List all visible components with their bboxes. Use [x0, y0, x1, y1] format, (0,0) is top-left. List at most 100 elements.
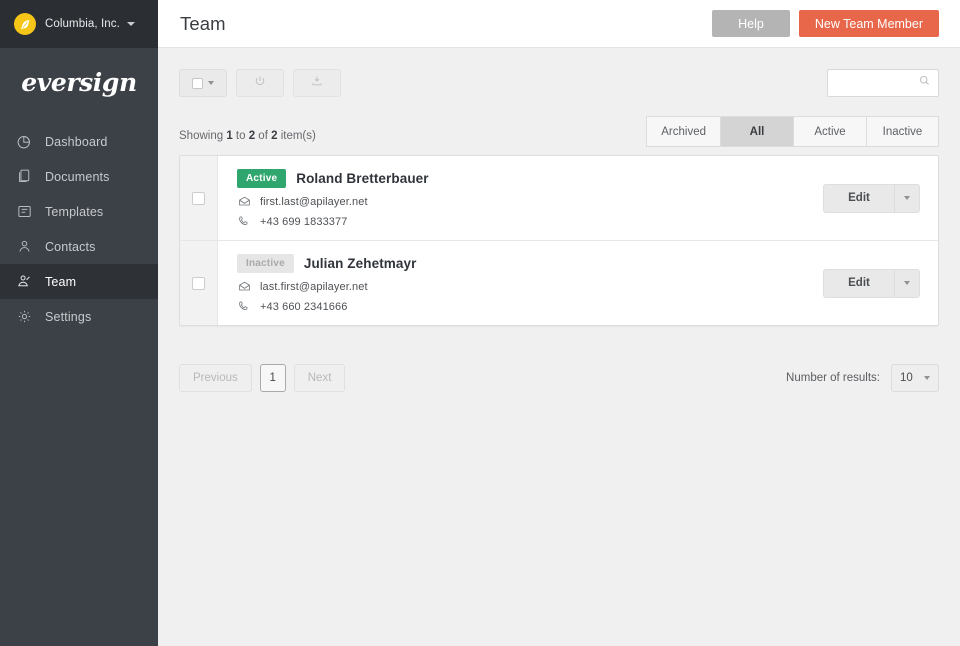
sidebar-item-templates[interactable]: Templates: [0, 194, 158, 229]
chevron-down-icon: [208, 81, 214, 85]
new-team-member-button[interactable]: New Team Member: [799, 10, 939, 37]
chevron-down-icon: [904, 281, 910, 285]
edit-split-button: Edit: [823, 184, 920, 213]
page-title: Team: [180, 13, 226, 35]
phone-icon: [237, 215, 251, 228]
results-per-page: Number of results: 10: [786, 364, 939, 392]
tab-all[interactable]: All: [720, 116, 793, 147]
help-button[interactable]: Help: [712, 10, 790, 37]
table-row: Inactive Julian Zehetmayr last.first@api…: [180, 241, 938, 325]
gear-icon: [15, 307, 34, 326]
tab-inactive[interactable]: Inactive: [866, 116, 939, 147]
showing-prefix: Showing: [179, 130, 226, 142]
sidebar: Columbia, Inc. eversign Dashboard: [0, 0, 158, 646]
export-button[interactable]: [293, 69, 341, 97]
brand-logo: eversign: [0, 48, 158, 116]
status-badge: Active: [237, 169, 286, 188]
page-1-button[interactable]: 1: [260, 364, 286, 392]
pagination: Previous 1 Next: [179, 364, 345, 392]
member-phone: +43 660 2341666: [260, 301, 347, 313]
next-page-button[interactable]: Next: [294, 364, 346, 392]
page-content: Showing 1 to 2 of 2 item(s) Archived All…: [158, 48, 960, 646]
filter-tabs: Archived All Active Inactive: [646, 116, 939, 147]
row-header: Inactive Julian Zehetmayr: [237, 254, 823, 273]
row-header: Active Roland Bretterbauer: [237, 169, 823, 188]
sidebar-item-label: Contacts: [45, 240, 96, 254]
showing-count: Showing 1 to 2 of 2 item(s): [179, 130, 316, 147]
sidebar-item-documents[interactable]: Documents: [0, 159, 158, 194]
sidebar-item-settings[interactable]: Settings: [0, 299, 158, 334]
edit-dropdown-toggle[interactable]: [894, 270, 919, 297]
showing-mid: to: [233, 130, 249, 142]
sidebar-item-team[interactable]: Team: [0, 264, 158, 299]
row-select-cell: [180, 241, 218, 325]
app-root: Columbia, Inc. eversign Dashboard: [0, 0, 960, 646]
edit-dropdown-toggle[interactable]: [894, 185, 919, 212]
sidebar-item-label: Templates: [45, 205, 103, 219]
toggle-status-button[interactable]: [236, 69, 284, 97]
member-email: first.last@apilayer.net: [260, 196, 368, 208]
power-icon: [253, 74, 267, 93]
download-icon: [310, 74, 324, 93]
status-badge: Inactive: [237, 254, 294, 273]
page-header: Team Help New Team Member: [158, 0, 960, 48]
sidebar-item-dashboard[interactable]: Dashboard: [0, 124, 158, 159]
row-checkbox[interactable]: [192, 192, 205, 205]
showing-of: of: [255, 130, 271, 142]
list-footer: Previous 1 Next Number of results: 10: [179, 364, 939, 392]
member-phone-line: +43 699 1833377: [237, 215, 823, 228]
templates-icon: [15, 202, 34, 221]
row-details: Inactive Julian Zehetmayr last.first@api…: [218, 241, 823, 325]
brand-wordmark: eversign: [21, 68, 137, 97]
row-actions: Edit: [823, 241, 938, 325]
sidebar-item-label: Team: [45, 275, 76, 289]
sidebar-nav: Dashboard Documents Templates: [0, 124, 158, 334]
edit-button[interactable]: Edit: [824, 270, 894, 297]
team-icon: [15, 272, 34, 291]
tab-active[interactable]: Active: [793, 116, 866, 147]
pie-chart-icon: [15, 132, 34, 151]
org-name: Columbia, Inc.: [45, 18, 120, 30]
row-checkbox[interactable]: [192, 277, 205, 290]
feather-logo-icon: [14, 13, 36, 35]
sidebar-item-label: Documents: [45, 170, 110, 184]
envelope-icon: [237, 280, 251, 293]
header-actions: Help New Team Member: [712, 10, 939, 37]
search-container: [827, 69, 939, 97]
main-area: Team Help New Team Member: [158, 0, 960, 646]
list-meta-row: Showing 1 to 2 of 2 item(s) Archived All…: [179, 116, 939, 147]
sidebar-item-label: Dashboard: [45, 135, 108, 149]
previous-page-button[interactable]: Previous: [179, 364, 252, 392]
tab-archived[interactable]: Archived: [646, 116, 720, 147]
row-actions: Edit: [823, 156, 938, 240]
checkbox-icon: [192, 78, 203, 89]
edit-button[interactable]: Edit: [824, 185, 894, 212]
chevron-down-icon: [127, 22, 135, 26]
row-select-cell: [180, 156, 218, 240]
list-toolbar: [179, 48, 939, 97]
results-count-select[interactable]: 10: [891, 364, 939, 392]
bulk-actions-group: [179, 69, 341, 97]
chevron-down-icon: [904, 196, 910, 200]
member-email-line: last.first@apilayer.net: [237, 280, 823, 293]
phone-icon: [237, 300, 251, 313]
row-details: Active Roland Bretterbauer first.last@ap…: [218, 156, 823, 240]
sidebar-item-label: Settings: [45, 310, 91, 324]
documents-icon: [15, 167, 34, 186]
member-email: last.first@apilayer.net: [260, 281, 368, 293]
contacts-icon: [15, 237, 34, 256]
member-phone: +43 699 1833377: [260, 216, 347, 228]
edit-split-button: Edit: [823, 269, 920, 298]
member-email-line: first.last@apilayer.net: [237, 195, 823, 208]
select-all-dropdown[interactable]: [179, 69, 227, 97]
sidebar-item-contacts[interactable]: Contacts: [0, 229, 158, 264]
envelope-icon: [237, 195, 251, 208]
member-name: Julian Zehetmayr: [304, 256, 417, 271]
results-count-value: 10: [900, 372, 913, 384]
org-switcher[interactable]: Columbia, Inc.: [0, 0, 158, 48]
table-row: Active Roland Bretterbauer first.last@ap…: [180, 156, 938, 241]
member-name: Roland Bretterbauer: [296, 171, 428, 186]
chevron-down-icon: [924, 376, 930, 380]
results-label: Number of results:: [786, 372, 880, 384]
search-input[interactable]: [827, 69, 939, 97]
